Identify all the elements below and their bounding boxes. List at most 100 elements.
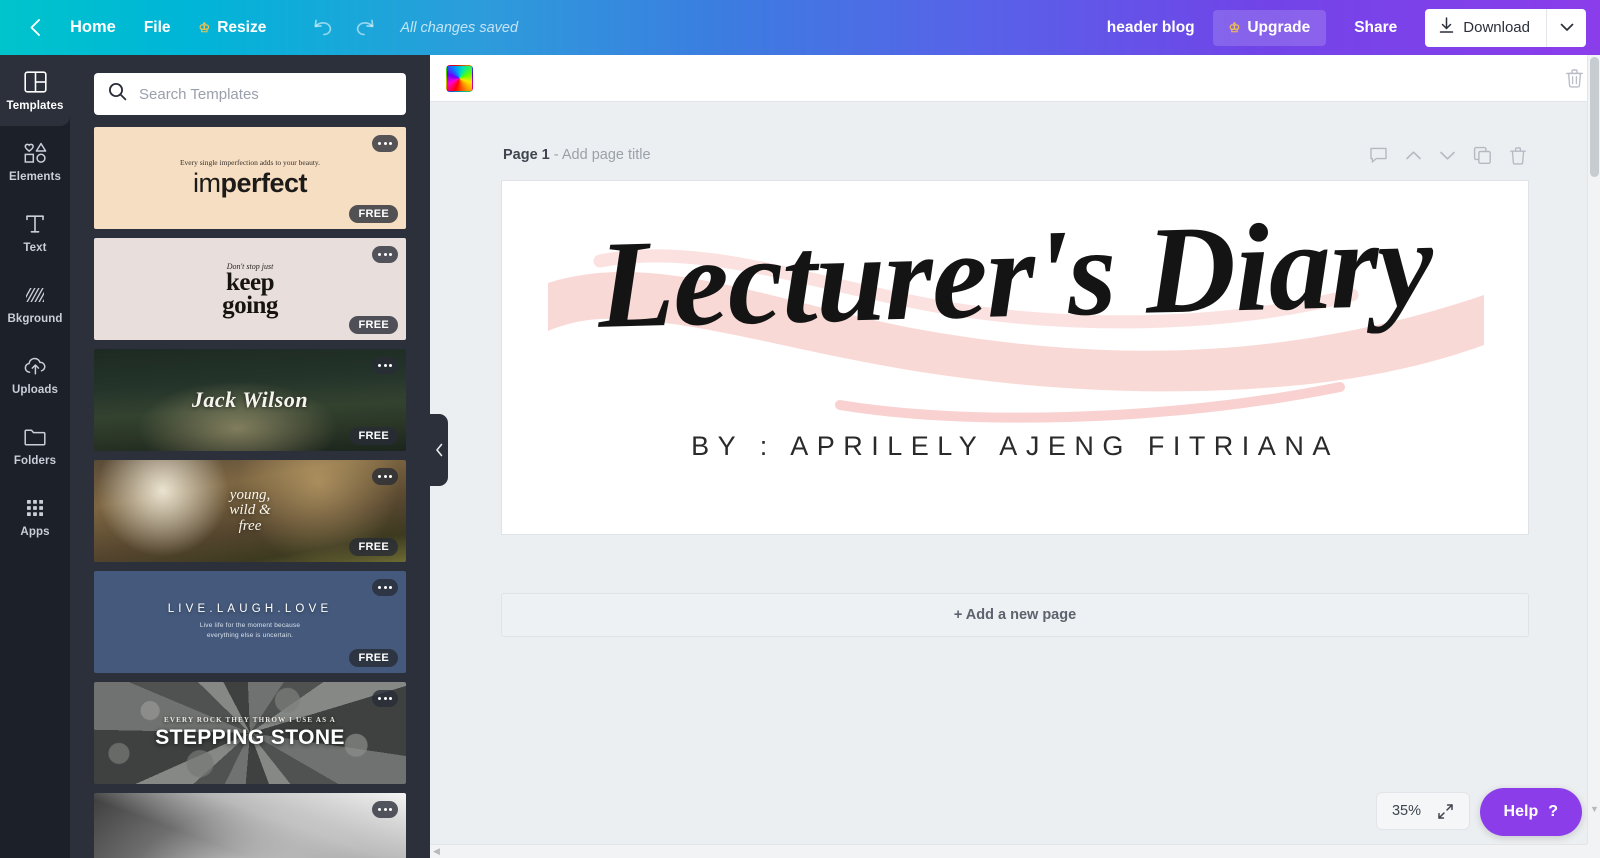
page-title-row[interactable]: Page 1 - Add page title <box>503 147 651 163</box>
sidebar-item-text[interactable]: Text <box>0 197 70 268</box>
download-arrow-icon <box>1439 17 1454 38</box>
help-button[interactable]: Help ? <box>1479 788 1582 836</box>
trash-icon[interactable] <box>1509 146 1527 165</box>
add-page-label: + Add a new page <box>953 607 1077 623</box>
search-area <box>70 55 430 127</box>
template-art: Jack Wilson <box>94 387 406 413</box>
share-button[interactable]: Share <box>1336 10 1415 46</box>
artwork-title: Lecturer's Diary <box>596 195 1434 355</box>
chevron-down-icon[interactable] <box>1546 8 1586 47</box>
template-subtitle: Every single imperfection adds to your b… <box>179 157 321 167</box>
template-art: young, wild & free <box>94 487 406 534</box>
sidebar-item-label: Text <box>23 242 47 254</box>
vertical-scrollbar[interactable]: ▼ <box>1587 55 1600 858</box>
home-button[interactable]: Home <box>56 10 130 45</box>
sidebar-item-apps[interactable]: Apps <box>0 481 70 552</box>
template-art: LIVE.LAUGH.LOVE Live life for the moment… <box>94 603 406 641</box>
expand-arrows-icon[interactable] <box>1437 803 1454 820</box>
list-item[interactable]: EVERY ROCK THEY THROW I USE AS A STEPPIN… <box>94 682 406 784</box>
text-t-icon <box>24 211 46 237</box>
template-list: Every single imperfection adds to your b… <box>70 127 430 858</box>
list-item[interactable]: young, wild & free FREE <box>94 460 406 562</box>
status-badge: FREE <box>349 316 398 334</box>
question-mark-icon: ? <box>1548 803 1558 820</box>
header-right-group: header blog ♔ Upgrade Share Download <box>1089 8 1600 47</box>
undo-icon[interactable] <box>306 11 340 45</box>
file-label: File <box>143 18 171 36</box>
upgrade-label: Upgrade <box>1247 18 1311 36</box>
more-dots-icon[interactable] <box>372 690 398 707</box>
document-title[interactable]: header blog <box>1089 19 1213 37</box>
list-item[interactable]: Don't stop just keep going FREE <box>94 238 406 340</box>
chevron-down-icon[interactable] <box>1439 150 1456 161</box>
sidebar-item-folders[interactable]: Folders <box>0 410 70 481</box>
add-new-page-button[interactable]: + Add a new page <box>501 593 1529 637</box>
sidebar-item-templates[interactable]: Templates <box>0 55 70 126</box>
status-badge: FREE <box>349 205 398 223</box>
file-menu-button[interactable]: File <box>130 11 185 45</box>
redo-icon[interactable] <box>348 11 382 45</box>
home-label: Home <box>70 18 116 36</box>
resize-label: Resize <box>217 18 267 36</box>
design-canvas[interactable]: Lecturer's Diary BY : APRILELY AJENG FIT… <box>501 180 1529 535</box>
template-title: young, wild & free <box>229 487 271 534</box>
sidebar-item-bkground[interactable]: Bkground <box>0 268 70 339</box>
sidebar-item-label: Bkground <box>7 313 63 325</box>
page-header-row: Page 1 - Add page title <box>501 140 1529 170</box>
list-item[interactable]: Every single imperfection adds to your b… <box>94 127 406 229</box>
horizontal-scrollbar[interactable]: ◀ <box>430 844 1587 858</box>
scroll-left-arrow-icon[interactable]: ◀ <box>430 846 443 857</box>
template-subtitle-1: Live life for the moment because <box>199 622 301 630</box>
chevron-left-icon[interactable] <box>18 11 52 45</box>
more-dots-icon[interactable] <box>372 579 398 596</box>
more-dots-icon[interactable] <box>372 246 398 263</box>
template-art: EVERY ROCK THEY THROW I USE AS A STEPPIN… <box>94 716 406 750</box>
list-item[interactable]: Jack Wilson FREE <box>94 349 406 451</box>
rainbow-color-swatch[interactable] <box>446 64 473 92</box>
crown-icon: ♔ <box>198 20 211 35</box>
trash-icon[interactable] <box>1565 68 1584 88</box>
more-dots-icon[interactable] <box>372 468 398 485</box>
page-actions <box>1369 146 1527 165</box>
shapes-icon <box>23 140 48 166</box>
sidebar-item-label: Elements <box>9 171 61 183</box>
more-dots-icon[interactable] <box>372 135 398 152</box>
sidebar-item-elements[interactable]: Elements <box>0 126 70 197</box>
scroll-down-arrow-icon[interactable]: ▼ <box>1590 804 1599 814</box>
sidebar-item-uploads[interactable]: Uploads <box>0 339 70 410</box>
panel-collapse-handle[interactable] <box>430 414 448 486</box>
scrollbar-thumb[interactable] <box>1590 57 1599 177</box>
page-separator: - <box>553 147 559 163</box>
resize-button[interactable]: ♔ Resize <box>185 11 281 45</box>
zoom-control[interactable]: 35% <box>1375 792 1470 830</box>
share-label: Share <box>1354 18 1398 36</box>
left-tool-rail: Templates Elements Text Bkground Uploads <box>0 55 70 858</box>
status-badge: FREE <box>349 649 398 667</box>
search-input[interactable] <box>139 85 392 103</box>
comment-icon[interactable] <box>1369 146 1388 164</box>
template-subtitle-2: everything else is uncertain. <box>206 632 294 639</box>
upgrade-button[interactable]: ♔ Upgrade <box>1212 9 1327 46</box>
list-item[interactable] <box>94 793 406 858</box>
canvas-scroll-area: Page 1 - Add page title Lecturer's Diary… <box>430 102 1600 858</box>
template-title: imperfect <box>192 167 308 198</box>
undo-redo-group <box>306 11 382 45</box>
status-badge: FREE <box>349 427 398 445</box>
scrollbar-corner <box>1587 844 1600 858</box>
more-dots-icon[interactable] <box>372 801 398 818</box>
search-box[interactable] <box>94 73 406 115</box>
duplicate-icon[interactable] <box>1473 146 1492 165</box>
download-button[interactable]: Download <box>1425 9 1546 47</box>
save-status-text: All changes saved <box>400 19 519 36</box>
sidebar-item-label: Templates <box>6 100 64 112</box>
context-toolbar <box>430 55 1600 102</box>
crown-icon: ♔ <box>1228 20 1241 35</box>
more-dots-icon[interactable] <box>372 357 398 374</box>
template-art: Every single imperfection adds to your b… <box>94 158 406 199</box>
page-title-placeholder[interactable]: Add page title <box>562 147 651 163</box>
sidebar-item-label: Folders <box>13 455 57 467</box>
chevron-up-icon[interactable] <box>1405 150 1422 161</box>
template-subtitle: EVERY ROCK THEY THROW I USE AS A <box>163 716 337 724</box>
list-item[interactable]: LIVE.LAUGH.LOVE Live life for the moment… <box>94 571 406 673</box>
sidebar-item-label: Uploads <box>11 384 59 396</box>
